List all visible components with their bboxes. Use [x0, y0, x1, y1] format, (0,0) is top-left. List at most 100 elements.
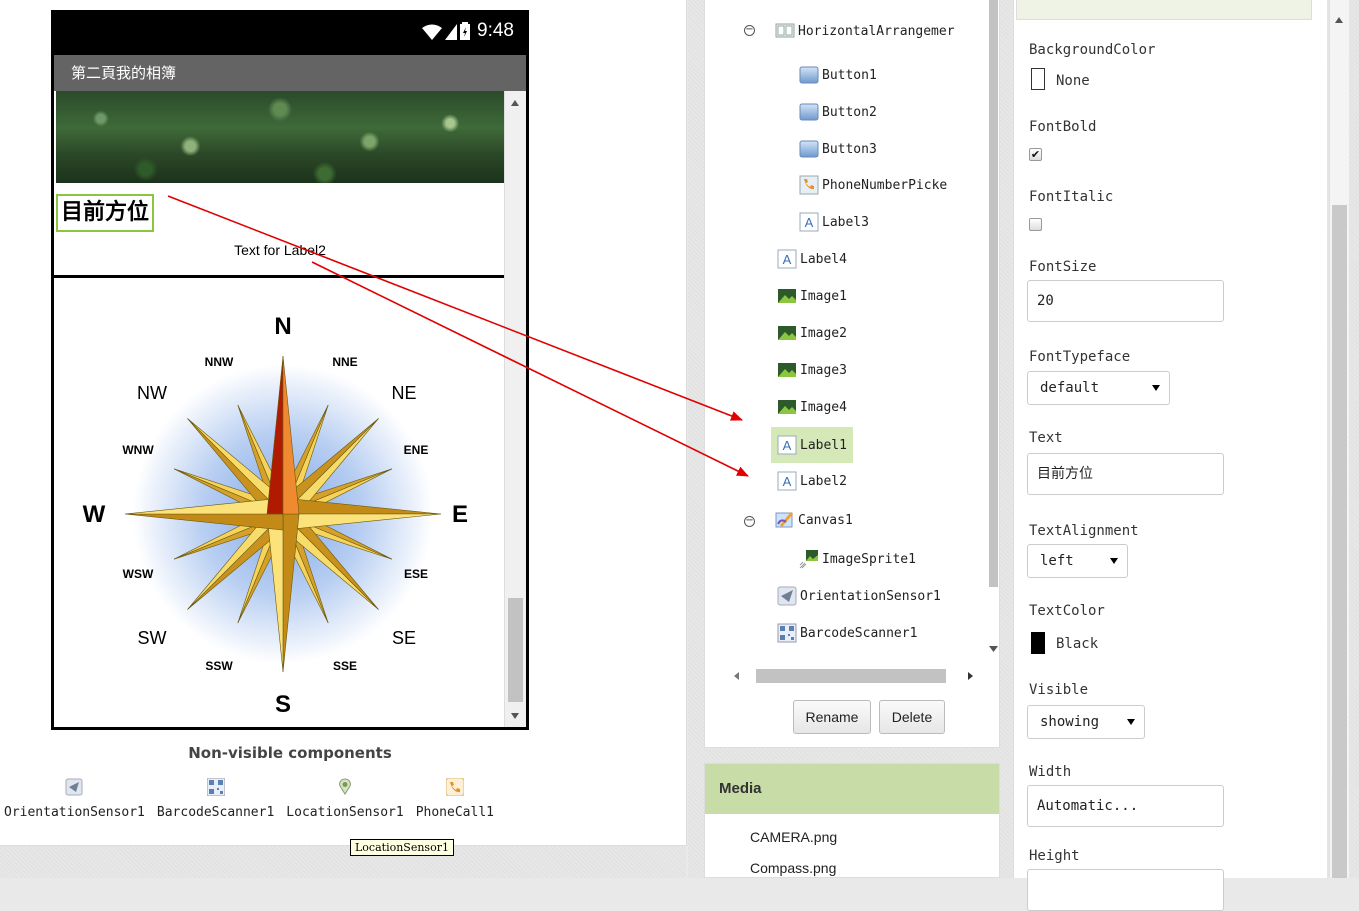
compass-label-S: S: [275, 691, 291, 718]
nonvisible-item-phonecall[interactable]: PhoneCall1: [416, 778, 494, 820]
barcode-scanner-icon: [206, 778, 225, 796]
label1-preview[interactable]: 目前方位: [56, 194, 155, 232]
tree-item[interactable]: Canvas1: [775, 505, 853, 535]
compass-label-SE: SE: [392, 628, 416, 648]
barcode-scanner-icon: [777, 623, 797, 643]
fontsize-input[interactable]: 20: [1027, 280, 1224, 322]
property-label: TextAlignment: [1029, 523, 1139, 539]
scrollbar-thumb[interactable]: [508, 598, 523, 702]
text-input[interactable]: 目前方位: [1027, 453, 1224, 495]
scroll-up-icon[interactable]: [511, 100, 519, 106]
scroll-down-icon[interactable]: [511, 713, 519, 719]
tree-item[interactable]: A Label3: [799, 207, 869, 237]
tree-item-label: BarcodeScanner1: [800, 625, 918, 641]
tree-item-label: Image2: [800, 325, 847, 341]
svg-text:A: A: [783, 438, 792, 453]
media-file-item[interactable]: Compass.png: [750, 860, 836, 876]
tree-item-label: Image3: [800, 362, 847, 378]
visible-select[interactable]: showing: [1027, 705, 1145, 739]
tree-item-label: Button3: [822, 141, 877, 157]
tree-item[interactable]: BarcodeScanner1: [777, 618, 917, 648]
button-icon: [799, 66, 819, 84]
collapse-toggle-icon[interactable]: −: [744, 516, 755, 527]
tree-item-selected[interactable]: A Label1: [771, 427, 853, 463]
screen-title: 第二頁我的相簿: [54, 55, 526, 91]
height-input[interactable]: [1027, 869, 1224, 911]
scroll-up-icon[interactable]: [1335, 17, 1343, 23]
background-color-swatch[interactable]: [1031, 68, 1045, 90]
tree-item[interactable]: HorizontalArrangemer: [775, 16, 955, 46]
text-color-swatch[interactable]: [1031, 632, 1045, 654]
compass-label-ENE: ENE: [404, 443, 429, 457]
properties-panel: BackgroundColor None FontBold ✔ FontItal…: [1013, 0, 1327, 911]
compass-label-WNW: WNW: [122, 443, 154, 457]
nonvisible-item-orientation[interactable]: OrientationSensor1: [4, 778, 145, 820]
tree-item[interactable]: Button3: [799, 134, 877, 164]
scroll-down-icon[interactable]: [989, 646, 998, 652]
tree-item[interactable]: A Label4: [777, 244, 847, 274]
tree-item-label: Label3: [822, 214, 869, 230]
scroll-right-icon[interactable]: [968, 672, 973, 680]
properties-area: BackgroundColor None FontBold ✔ FontItal…: [1013, 0, 1359, 911]
battery-icon: [460, 22, 470, 40]
property-label: Text: [1029, 430, 1063, 446]
tree-item[interactable]: OrientationSensor1: [777, 581, 941, 611]
tree-vertical-scrollbar[interactable]: [988, 0, 999, 660]
dropdown-arrow-icon: [1110, 558, 1118, 564]
compass-rose: N S E W NE NW SE SW NNE NNW ENE WNW ESE …: [83, 313, 468, 718]
image-icon: [778, 400, 796, 414]
tree-item-label: OrientationSensor1: [800, 588, 941, 604]
fontbold-checkbox[interactable]: ✔: [1029, 148, 1042, 161]
compass-label-NNE: NNE: [332, 355, 357, 369]
scroll-left-icon[interactable]: [734, 672, 739, 680]
page-scrollbar[interactable]: [1329, 0, 1349, 878]
dropdown-arrow-icon: [1127, 719, 1135, 725]
compass-label-NW: NW: [137, 383, 167, 403]
orientation-sensor-icon: [65, 778, 83, 796]
fontitalic-checkbox[interactable]: [1029, 218, 1042, 231]
scrollbar-thumb[interactable]: [989, 0, 998, 587]
scrollbar-thumb[interactable]: [1332, 205, 1347, 878]
width-input[interactable]: Automatic...: [1027, 785, 1224, 827]
tree-item[interactable]: A Label2: [777, 466, 847, 496]
rename-button[interactable]: Rename: [793, 700, 871, 734]
scrollbar-thumb[interactable]: [756, 669, 946, 683]
tree-item[interactable]: Image3: [777, 355, 847, 385]
nonvisible-item-location[interactable]: LocationSensor1: [286, 778, 404, 820]
tree-item[interactable]: Button1: [799, 60, 877, 90]
property-label: FontSize: [1029, 259, 1097, 275]
tree-item-label: Image1: [800, 288, 847, 304]
tree-item[interactable]: Button2: [799, 97, 877, 127]
label2-preview[interactable]: Text for Label2: [54, 242, 504, 258]
background-color-value[interactable]: None: [1056, 73, 1090, 89]
tree-item[interactable]: PhoneNumberPicke: [799, 170, 947, 200]
tree-item[interactable]: Image2: [777, 318, 847, 348]
fonttypeface-select[interactable]: default: [1027, 371, 1170, 405]
label-icon: A: [777, 471, 797, 491]
tree-horizontal-scrollbar[interactable]: [728, 666, 993, 686]
canvas-preview[interactable]: N S E W NE NW SE SW NNE NNW ENE WNW ESE …: [54, 275, 504, 727]
label-icon: A: [777, 435, 797, 455]
select-value: default: [1040, 380, 1100, 396]
textalignment-select[interactable]: left: [1027, 544, 1128, 578]
delete-button[interactable]: Delete: [879, 700, 945, 734]
viewer-scrollbar[interactable]: [504, 91, 526, 727]
tree-item[interactable]: Image4: [777, 392, 847, 422]
button-icon: [799, 140, 819, 158]
status-time: 9:48: [477, 20, 514, 41]
tree-item[interactable]: Image1: [777, 281, 847, 311]
collapse-toggle-icon[interactable]: −: [744, 25, 755, 36]
image-icon: [778, 289, 796, 303]
tree-item-label: HorizontalArrangemer: [798, 23, 955, 39]
media-file-item[interactable]: CAMERA.png: [750, 829, 837, 845]
image-component[interactable]: [56, 91, 504, 183]
tree-item[interactable]: ImageSprite1: [799, 544, 916, 574]
text-color-value[interactable]: Black: [1056, 636, 1098, 652]
status-bar: 9:48: [54, 10, 526, 55]
nonvisible-item-barcode[interactable]: BarcodeScanner1: [157, 778, 274, 820]
horizontal-arrangement-icon: [775, 23, 795, 38]
svg-text:A: A: [805, 215, 814, 230]
compass-label-W: W: [83, 501, 106, 528]
compass-label-SSE: SSE: [333, 659, 357, 673]
nonvisible-item-label: BarcodeScanner1: [156, 805, 275, 820]
